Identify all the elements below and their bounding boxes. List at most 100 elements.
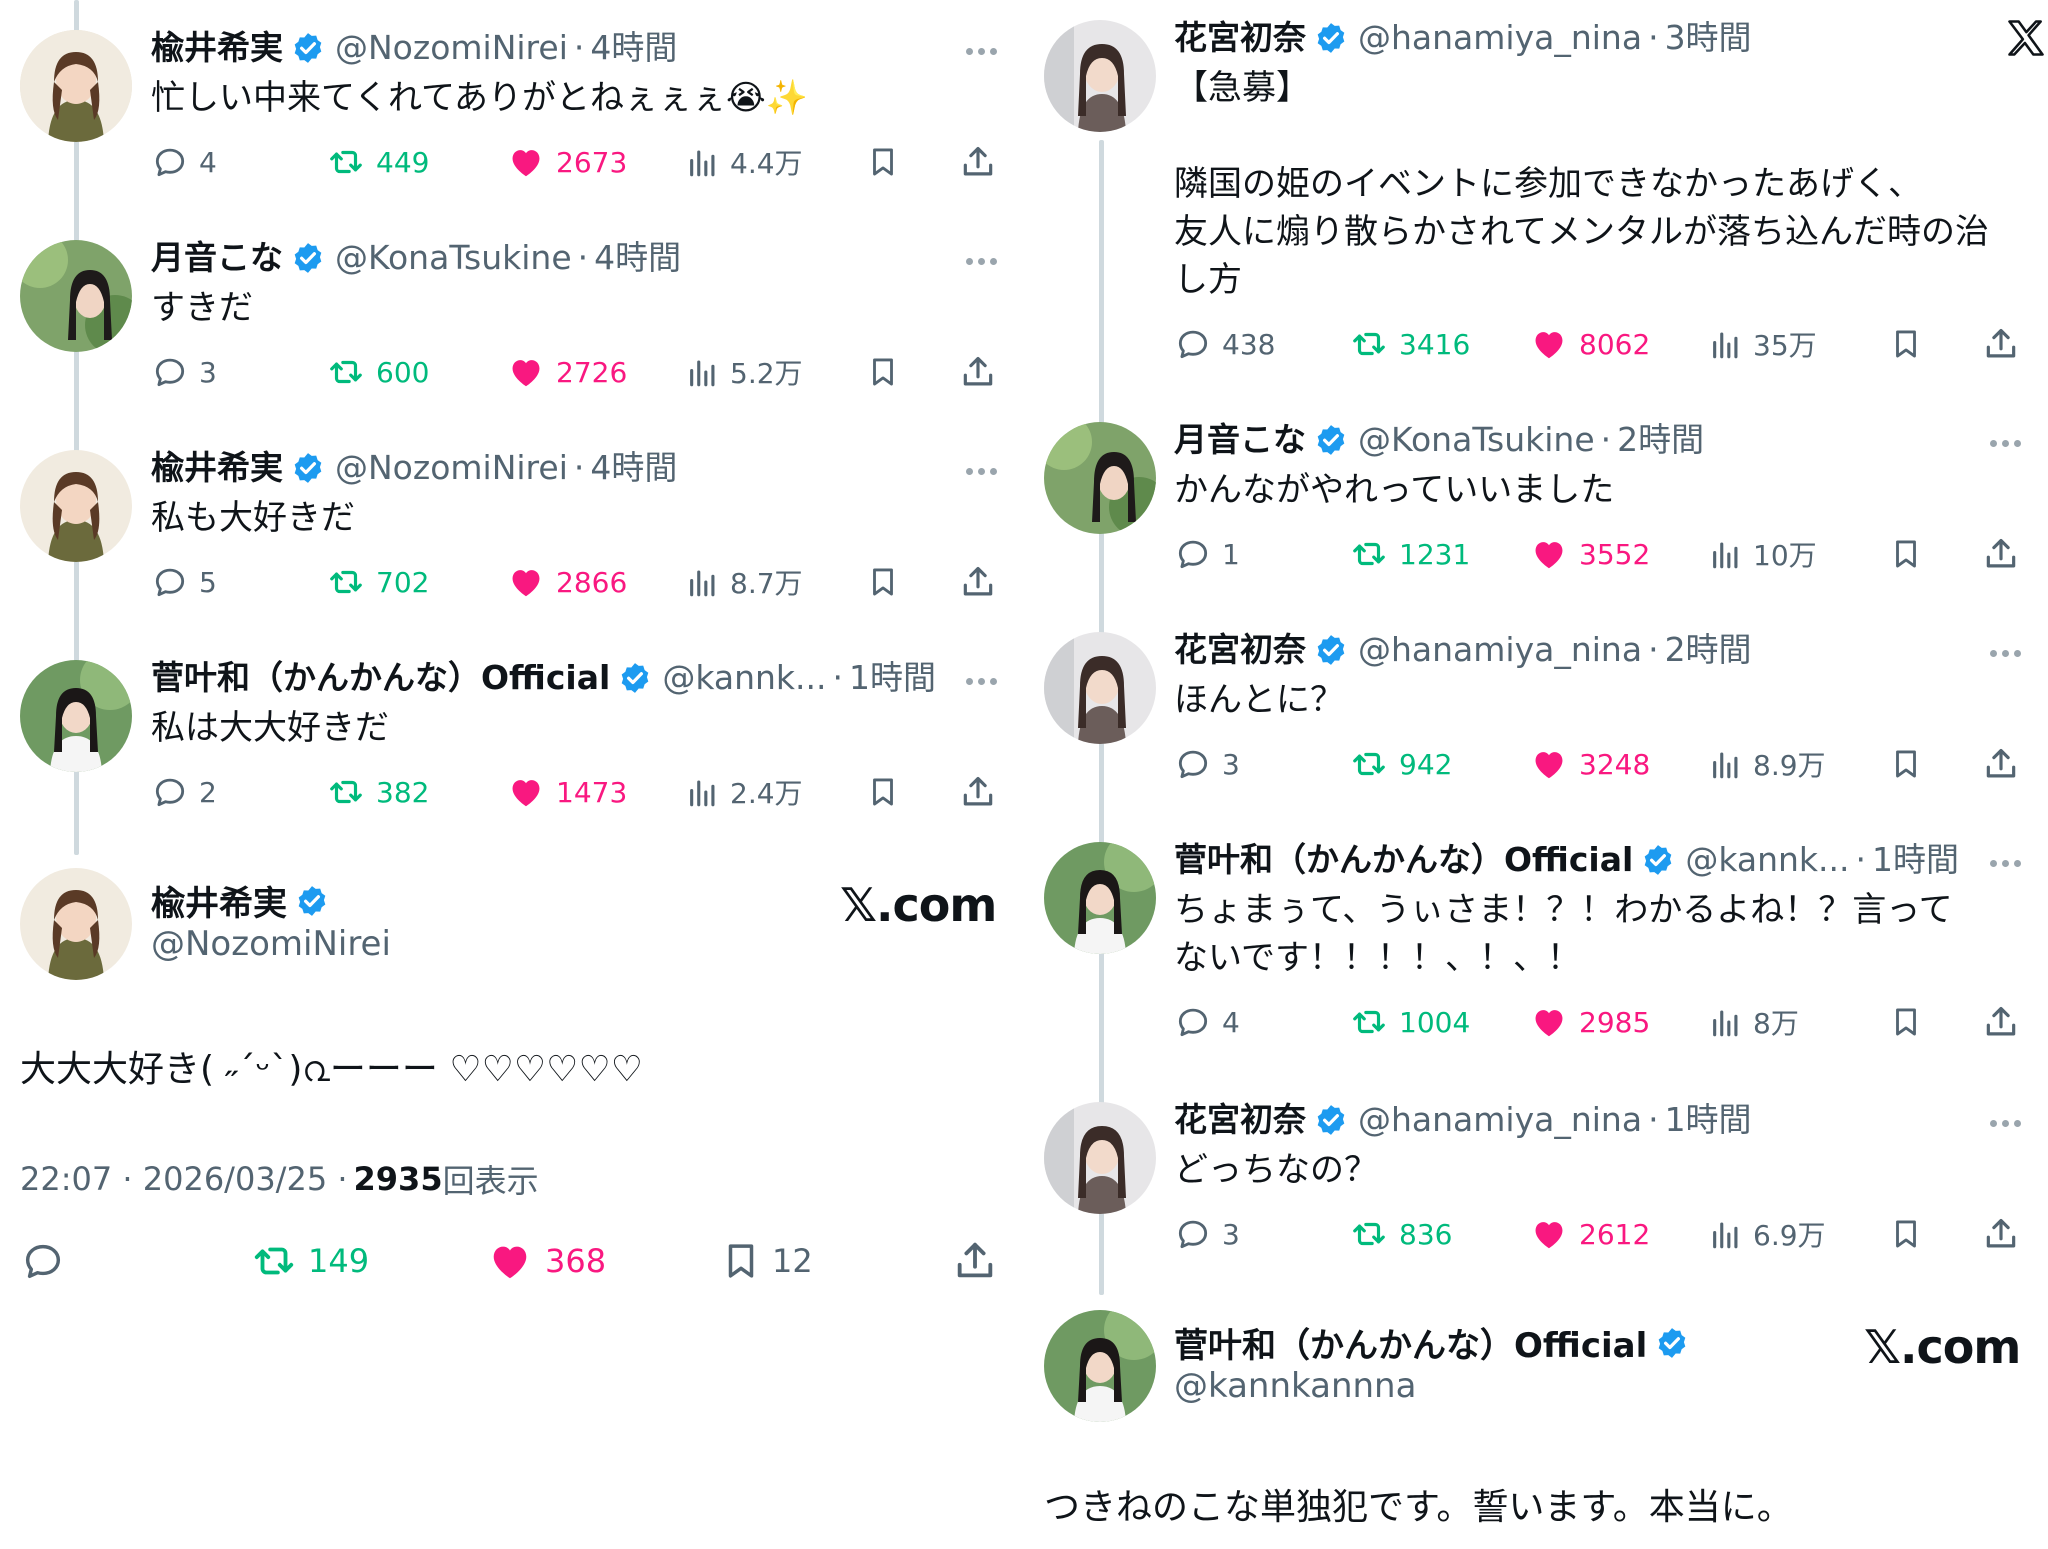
share-button[interactable] [959,557,997,607]
handle[interactable]: @KonaTsukine [335,234,572,282]
more-icon[interactable] [966,40,1006,60]
timestamp[interactable]: 4時間 [594,234,681,282]
handle[interactable]: @NozomiNirei [335,24,568,72]
display-name[interactable]: 菅叶和（かんかんな）Official [1174,836,1633,884]
share-button[interactable] [1982,529,2020,579]
display-name[interactable]: 楡井希実 [151,24,283,72]
display-name[interactable]: 花宮初奈 [1174,14,1306,62]
like-button[interactable]: 1473 [506,767,627,817]
reply-button[interactable]: 4 [1174,997,1240,1047]
avatar[interactable] [20,450,132,562]
display-name[interactable]: 菅叶和（かんかんな）Official [1174,1318,1647,1367]
timestamp[interactable]: 1時間 [1665,1096,1752,1144]
avatar[interactable] [20,660,132,772]
tweet[interactable]: 楡井希実 @NozomiNirei · 4時間 私も大好きだ 5 702 286… [0,420,1024,630]
avatar[interactable] [20,30,132,142]
timestamp[interactable]: 1時間 [1872,836,1959,884]
bookmark-button[interactable] [866,347,900,397]
like-button[interactable]: 3552 [1529,529,1650,579]
more-icon[interactable] [966,250,1006,270]
like-button[interactable]: 2612 [1529,1209,1650,1259]
tweet[interactable]: 花宮初奈 @hanamiya_nina · 2時間 ほんとに？ 3 942 32… [1024,600,2048,810]
more-icon[interactable] [1990,432,2030,452]
display-name[interactable]: 花宮初奈 [1174,1096,1306,1144]
reply-button[interactable]: 4 [151,137,217,187]
retweet-button[interactable]: 942 [1349,739,1452,789]
handle[interactable]: @kannkannna [1174,1366,1416,1406]
retweet-button[interactable]: 149 [250,1236,369,1286]
avatar[interactable] [1044,1102,1156,1214]
display-name[interactable]: 月音こな [151,234,283,282]
views-button[interactable]: 8万 [1709,997,1799,1047]
share-button[interactable] [1982,319,2020,369]
handle[interactable]: @NozomiNirei [335,444,568,492]
reply-button[interactable]: 3 [1174,739,1240,789]
share-button[interactable] [959,767,997,817]
handle[interactable]: @KonaTsukine [1358,416,1595,464]
timestamp[interactable]: 4時間 [590,24,677,72]
like-button[interactable]: 8062 [1529,319,1650,369]
bookmark-button[interactable] [866,557,900,607]
views-button[interactable]: 35万 [1709,319,1817,369]
bookmark-button[interactable]: 12 [720,1236,813,1286]
share-button[interactable] [959,137,997,187]
views-button[interactable]: 4.4万 [686,137,803,187]
share-button[interactable] [959,347,997,397]
reply-button[interactable]: 5 [151,557,217,607]
handle[interactable]: @hanamiya_nina [1358,626,1642,674]
handle[interactable]: @kannk... [662,654,826,702]
like-button[interactable]: 2866 [506,557,627,607]
retweet-button[interactable]: 836 [1349,1209,1452,1259]
views-button[interactable]: 8.7万 [686,557,803,607]
retweet-button[interactable]: 600 [326,347,429,397]
bookmark-button[interactable] [1889,997,1923,1047]
display-name[interactable]: 楡井希実 [151,444,283,492]
tweet[interactable]: 花宮初奈 @hanamiya_nina · 1時間 どっちなの？ 3 836 2… [1024,1070,2048,1280]
bookmark-button[interactable] [1889,1209,1923,1259]
more-icon[interactable] [1990,642,2030,662]
avatar[interactable] [1044,20,1156,132]
avatar[interactable] [1044,1310,1156,1422]
avatar[interactable] [1044,422,1156,534]
reply-button[interactable]: 1 [1174,529,1240,579]
post-timestamp[interactable]: 22:07 · 2026/03/25 · [20,1160,348,1198]
like-button[interactable]: 2726 [506,347,627,397]
like-button[interactable]: 3248 [1529,739,1650,789]
share-button[interactable] [952,1236,998,1286]
handle[interactable]: @NozomiNirei [151,924,391,964]
share-button[interactable] [1982,739,2020,789]
timestamp[interactable]: 1時間 [849,654,936,702]
tweet[interactable]: 菅叶和（かんかんな）Official @kannk... · 1時間 ちょまぅて… [1024,810,2048,1070]
reply-button[interactable]: 3 [151,347,217,397]
views-button[interactable]: 10万 [1709,529,1817,579]
tweet[interactable]: 月音こな @KonaTsukine · 2時間 かんながやれっていいました 1 … [1024,390,2048,600]
avatar[interactable] [20,868,132,980]
avatar[interactable] [1044,632,1156,744]
views-button[interactable]: 5.2万 [686,347,803,397]
display-name[interactable]: 花宮初奈 [1174,626,1306,674]
tweet[interactable]: 菅叶和（かんかんな）Official @kannk... · 1時間 私は大大好… [0,630,1024,840]
bookmark-button[interactable] [866,137,900,187]
retweet-button[interactable]: 1004 [1349,997,1470,1047]
retweet-button[interactable]: 449 [326,137,429,187]
share-button[interactable] [1982,1209,2020,1259]
retweet-button[interactable]: 1231 [1349,529,1470,579]
views-button[interactable]: 2.4万 [686,767,803,817]
bookmark-button[interactable] [1889,739,1923,789]
reply-button[interactable]: 438 [1174,319,1275,369]
bookmark-button[interactable] [1889,319,1923,369]
reply-button[interactable]: 3 [1174,1209,1240,1259]
timestamp[interactable]: 3時間 [1665,14,1752,62]
retweet-button[interactable]: 3416 [1349,319,1470,369]
avatar[interactable] [1044,842,1156,954]
bookmark-button[interactable] [866,767,900,817]
handle[interactable]: @kannk... [1685,836,1849,884]
retweet-button[interactable]: 382 [326,767,429,817]
views-button[interactable]: 8.9万 [1709,739,1826,789]
timestamp[interactable]: 2時間 [1617,416,1704,464]
tweet[interactable]: 月音こな @KonaTsukine · 4時間 すきだ 3 600 2726 5… [0,210,1024,420]
tweet[interactable]: 楡井希実 @NozomiNirei · 4時間 忙しい中来てくれてありがとねぇぇ… [0,0,1024,210]
reply-button[interactable]: 2 [151,767,217,817]
more-icon[interactable] [1990,1112,2030,1132]
timestamp[interactable]: 2時間 [1665,626,1752,674]
